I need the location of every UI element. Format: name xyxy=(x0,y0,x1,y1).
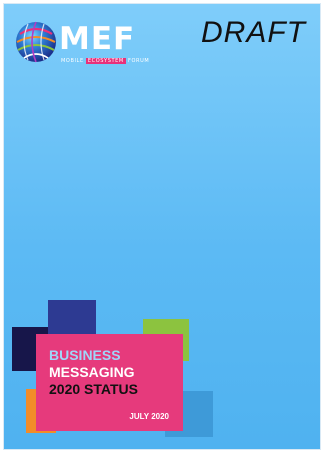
mef-logo: MEF MOBILE ECOSYSTEM FORUM xyxy=(14,16,154,68)
logo-wordmark: MEF xyxy=(59,21,136,57)
title-line-1: BUSINESS xyxy=(49,347,121,363)
title-line-2: MESSAGING xyxy=(49,364,135,380)
title-line-3: 2020 STATUS xyxy=(49,381,138,397)
publication-date: JULY 2020 xyxy=(129,412,169,421)
report-cover: MEF MOBILE ECOSYSTEM FORUM DRAFT BUSINES… xyxy=(4,4,320,449)
title-box: BUSINESS MESSAGING 2020 STATUS JULY 2020 xyxy=(36,334,183,431)
globe-icon xyxy=(16,21,56,63)
logo-tagline-highlight: ECOSYSTEM xyxy=(85,58,126,64)
logo-tagline-part1: MOBILE xyxy=(61,58,86,64)
logo-tagline: MOBILE ECOSYSTEM FORUM xyxy=(61,58,149,64)
draft-watermark: DRAFT xyxy=(201,16,306,49)
logo-tagline-part2: FORUM xyxy=(125,58,150,64)
